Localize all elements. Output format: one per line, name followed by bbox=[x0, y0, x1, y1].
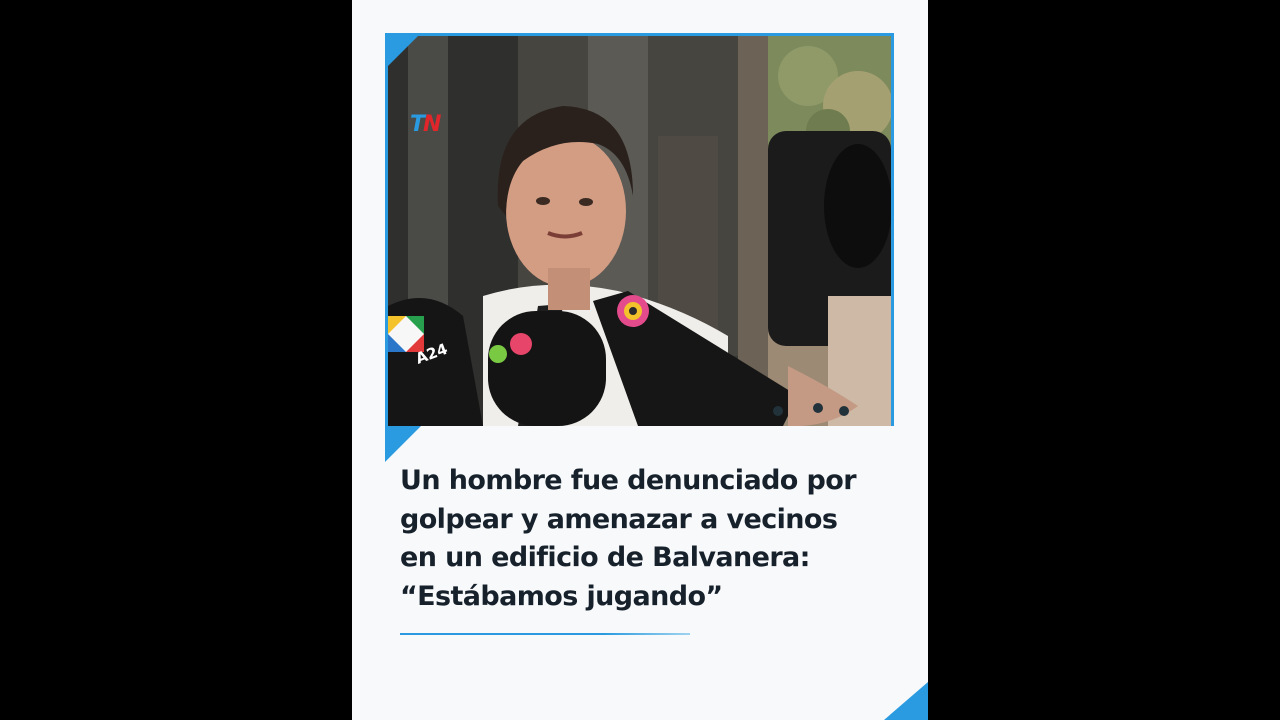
headline-line-2: golpear y amenazar a vecinos bbox=[400, 503, 838, 535]
headline-line-1: Un hombre fue denunciado por bbox=[400, 465, 857, 496]
accent-underline bbox=[400, 633, 690, 635]
headline: Un hombre fue denunciado por golpear y a… bbox=[400, 462, 900, 616]
headline-line-3: en un edificio de Balvanera: bbox=[400, 542, 810, 573]
video-frame-card: A24 TN Un hombre fue denunciado por golp… bbox=[352, 0, 928, 720]
news-photo: A24 TN bbox=[388, 36, 891, 426]
tn-logo: TN bbox=[410, 112, 441, 137]
interview-scene-illustration: A24 bbox=[388, 36, 891, 426]
corner-accent-top-left bbox=[385, 33, 421, 69]
photo-frame: A24 TN bbox=[385, 33, 894, 426]
corner-accent-bottom-left bbox=[385, 426, 421, 462]
corner-accent-bottom-right bbox=[884, 682, 928, 720]
headline-line-4: “Estábamos jugando” bbox=[400, 580, 723, 612]
